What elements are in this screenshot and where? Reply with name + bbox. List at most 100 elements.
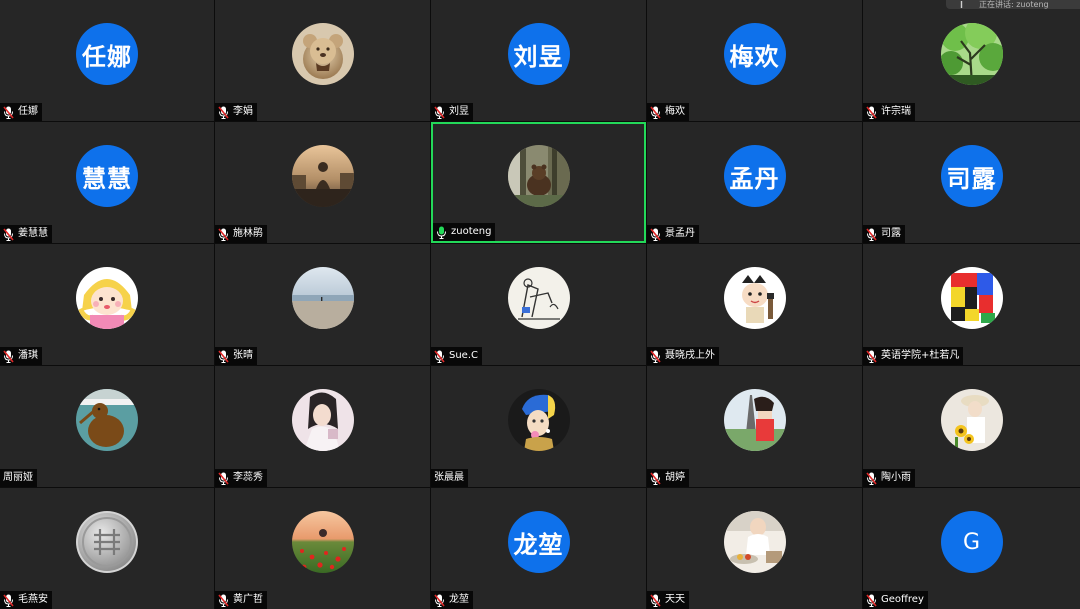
participant-nameplate: 毛燕安 [0, 591, 52, 609]
girl-portrait-photo [291, 389, 354, 451]
participant-nameplate: 黄广哲 [215, 591, 267, 609]
muted-microphone-icon[interactable] [3, 593, 14, 607]
participant-name: 胡婷 [665, 472, 685, 483]
active-speaker-label: 正在讲话: zuoteng [979, 0, 1049, 9]
initials-avatar: 司露 [940, 145, 1003, 207]
initials-avatar: 龙堃 [507, 511, 570, 573]
participant-tile[interactable]: 陶小雨 [863, 366, 1080, 487]
muted-microphone-icon[interactable] [650, 227, 661, 241]
participant-tile[interactable]: 张晨晨 [431, 366, 646, 487]
muted-microphone-icon[interactable] [434, 349, 445, 363]
participant-tile[interactable]: 李娟 [215, 0, 430, 121]
participant-tile[interactable]: 黄广哲 [215, 488, 430, 609]
muted-microphone-icon[interactable] [866, 471, 877, 485]
participant-nameplate: 李娟 [215, 103, 257, 121]
muted-microphone-icon[interactable] [218, 471, 229, 485]
participant-nameplate: 天天 [647, 591, 689, 609]
muted-microphone-icon[interactable] [866, 593, 877, 607]
participant-name: 许宗瑞 [881, 106, 911, 117]
profile-photo-avatar [507, 389, 570, 451]
participant-name: Sue.C [449, 350, 478, 361]
initials-avatar: 慧慧 [76, 145, 138, 207]
muted-microphone-icon[interactable] [866, 105, 877, 119]
participant-tile[interactable]: 胡婷 [647, 366, 862, 487]
profile-photo-avatar [507, 267, 570, 329]
participant-name: 黄广哲 [233, 594, 263, 605]
participant-name: 施林鹃 [233, 228, 263, 239]
participant-nameplate: 周丽娅 [0, 469, 37, 487]
participant-tile[interactable]: 张晴 [215, 244, 430, 365]
profile-photo-avatar [507, 145, 570, 207]
participant-nameplate: 陶小雨 [863, 469, 915, 487]
muted-microphone-icon[interactable] [650, 593, 661, 607]
muted-microphone-icon[interactable] [218, 593, 229, 607]
participant-tile[interactable]: 施林鹃 [215, 122, 430, 243]
participant-name: 潘琪 [18, 350, 38, 361]
muted-microphone-icon[interactable] [3, 349, 14, 363]
participant-tile[interactable]: 任娜 任娜 [0, 0, 214, 121]
profile-photo-avatar [940, 23, 1003, 85]
profile-photo-avatar [76, 511, 138, 573]
muted-microphone-icon[interactable] [218, 227, 229, 241]
poppy-field-photo [291, 511, 354, 573]
participant-nameplate: Geoffrey [863, 591, 928, 609]
participant-tile[interactable]: 刘昱 刘昱 [431, 0, 646, 121]
muted-microphone-icon[interactable] [434, 105, 445, 119]
muted-microphone-icon[interactable] [650, 471, 661, 485]
profile-photo-avatar [723, 267, 786, 329]
participant-tile[interactable]: 毛燕安 [0, 488, 214, 609]
initials-avatar: 刘昱 [507, 23, 570, 85]
participant-tile[interactable]: 英语学院+杜若凡 [863, 244, 1080, 365]
participant-tile[interactable]: 李蕊秀 [215, 366, 430, 487]
muted-microphone-icon[interactable] [650, 105, 661, 119]
profile-photo-avatar [723, 511, 786, 573]
participant-tile[interactable]: Sue.C [431, 244, 646, 365]
participant-tile[interactable]: 司露 司露 [863, 122, 1080, 243]
muted-microphone-icon[interactable] [3, 227, 14, 241]
muted-microphone-icon[interactable] [218, 349, 229, 363]
profile-photo-avatar [291, 267, 354, 329]
sketch-photo [507, 267, 570, 329]
participant-tile[interactable]: 潘琪 [0, 244, 214, 365]
participant-tile[interactable]: 聂晓戌上外 [647, 244, 862, 365]
participant-name: 周丽娅 [3, 472, 33, 483]
muted-microphone-icon[interactable] [218, 105, 229, 119]
muted-microphone-icon[interactable] [650, 349, 661, 363]
microphone-icon[interactable] [436, 226, 447, 239]
participant-tile[interactable]: 孟丹 景孟丹 [647, 122, 862, 243]
participant-nameplate: 张晴 [215, 347, 257, 365]
participant-name: 张晨晨 [434, 472, 464, 483]
initials-avatar: 孟丹 [723, 145, 786, 207]
eiffel-tower-photo [723, 389, 786, 451]
gallery-view: 任娜 任娜 李娟 刘昱 刘昱 梅欢 梅欢 许宗瑞 慧慧 姜慧慧 施林鹃 zuot… [0, 0, 1080, 609]
speaker-view-icon [960, 1, 963, 8]
participant-tile[interactable]: 龙堃 龙堃 [431, 488, 646, 609]
participant-tile[interactable]: zuoteng [431, 122, 646, 243]
participant-tile[interactable]: 周丽娅 [0, 366, 214, 487]
active-speaker-indicator[interactable]: 正在讲话: zuoteng [946, 0, 1080, 9]
participant-nameplate: 聂晓戌上外 [647, 347, 719, 365]
profile-photo-avatar [76, 389, 138, 451]
cartoon-boy-photo [723, 267, 786, 329]
participant-nameplate: 任娜 [0, 103, 42, 121]
pearl-earring-photo [507, 389, 570, 451]
participant-nameplate: zuoteng [433, 223, 496, 241]
participant-name: 张晴 [233, 350, 253, 361]
muted-microphone-icon[interactable] [866, 349, 877, 363]
muted-microphone-icon[interactable] [434, 593, 445, 607]
forest-bear-photo [507, 145, 570, 207]
participant-tile[interactable]: 许宗瑞 [863, 0, 1080, 121]
participant-nameplate: 龙堃 [431, 591, 473, 609]
participant-tile[interactable]: 梅欢 梅欢 [647, 0, 862, 121]
participant-tile[interactable]: G Geoffrey [863, 488, 1080, 609]
participant-name: 聂晓戌上外 [665, 350, 715, 361]
muted-microphone-icon[interactable] [866, 227, 877, 241]
profile-photo-avatar [291, 145, 354, 207]
participant-name: 梅欢 [665, 106, 685, 117]
participant-tile[interactable]: 慧慧 姜慧慧 [0, 122, 214, 243]
muted-microphone-icon[interactable] [3, 105, 14, 119]
participant-name: 英语学院+杜若凡 [881, 350, 960, 361]
participant-tile[interactable]: 天天 [647, 488, 862, 609]
participant-nameplate: 司露 [863, 225, 905, 243]
participant-nameplate: 李蕊秀 [215, 469, 267, 487]
